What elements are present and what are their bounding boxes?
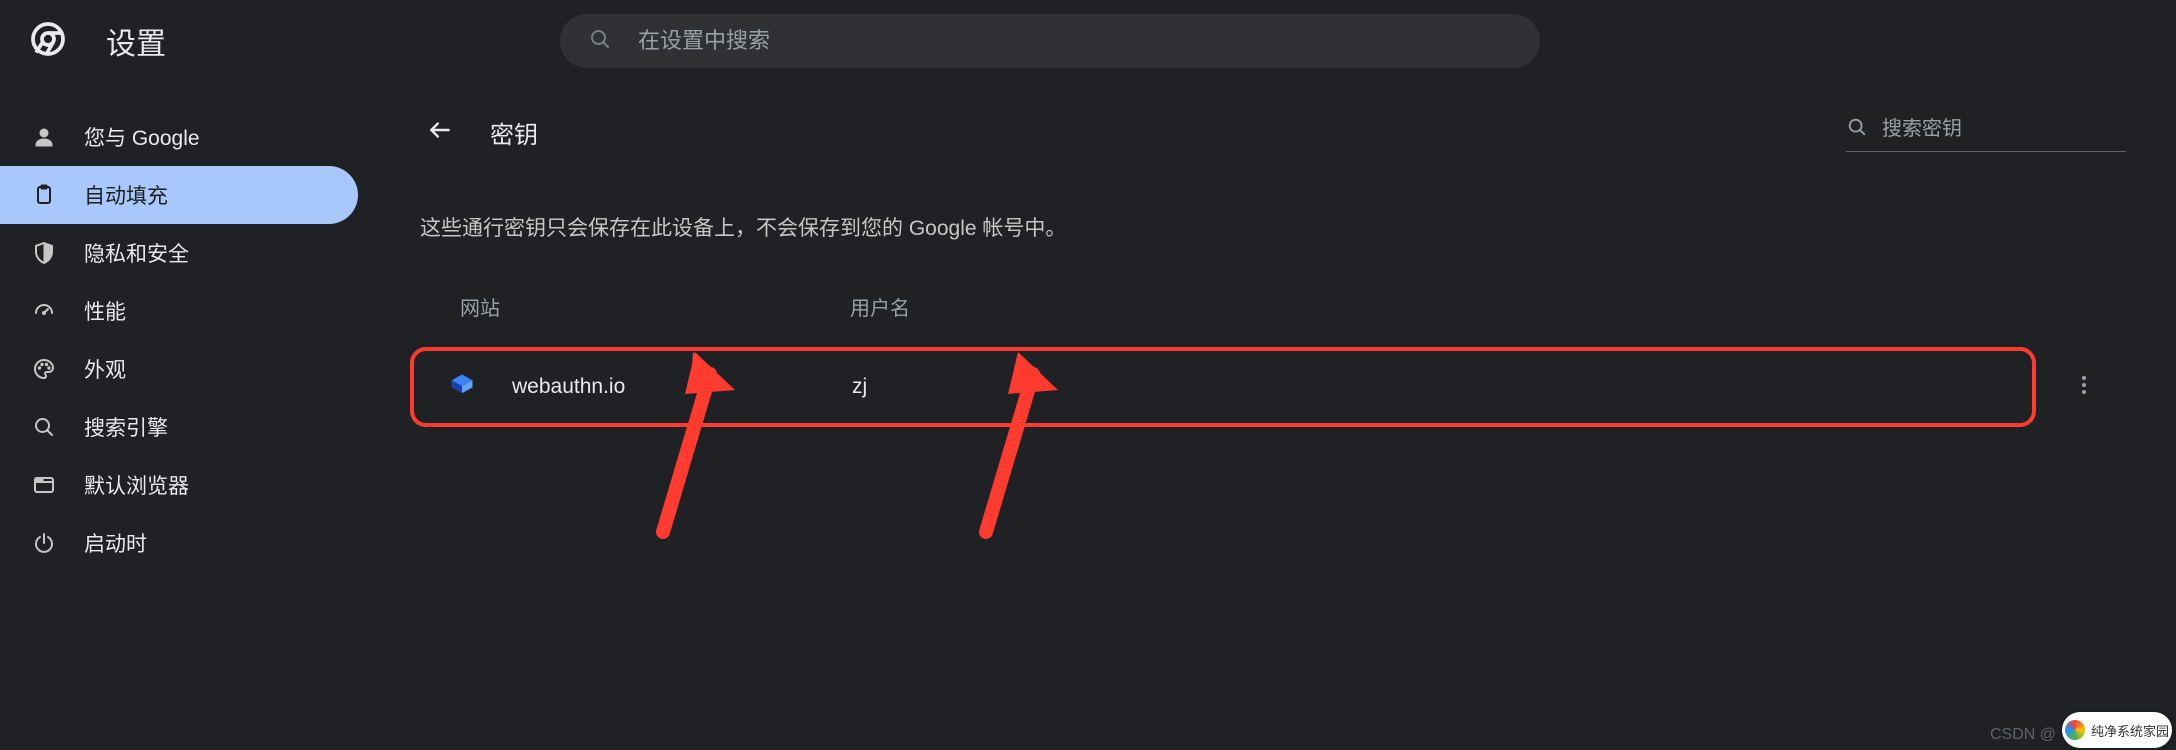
- badge-logo-icon: [2065, 720, 2085, 740]
- search-settings-bar[interactable]: [560, 14, 1540, 68]
- back-button[interactable]: [420, 112, 460, 152]
- search-icon: [32, 415, 84, 439]
- sidebar: 您与 Google 自动填充 隐私和安全 性能 外观 搜索引擎 默认浏览器 启: [0, 82, 370, 750]
- more-vert-icon: [2072, 373, 2096, 402]
- sidebar-item-label: 搜索引擎: [84, 412, 168, 442]
- app-title: 设置: [106, 19, 166, 63]
- search-keys-input[interactable]: [1882, 118, 2126, 141]
- sidebar-item-performance[interactable]: 性能: [0, 282, 358, 340]
- search-icon: [1846, 116, 1882, 143]
- row-more-button[interactable]: [2064, 367, 2104, 407]
- source-badge: 纯净系统家园: [2062, 712, 2172, 748]
- row-username-value: zj: [852, 375, 867, 399]
- chrome-logo-icon: [30, 21, 106, 62]
- sidebar-item-label: 隐私和安全: [84, 238, 189, 268]
- column-header-username: 用户名: [850, 292, 910, 321]
- table-header: 网站 用户名: [410, 292, 2126, 347]
- site-favicon-icon: [448, 371, 512, 404]
- sidebar-item-label: 性能: [84, 296, 126, 326]
- sidebar-item-label: 启动时: [84, 528, 147, 558]
- search-icon: [588, 27, 638, 56]
- person-icon: [32, 125, 84, 149]
- window-icon: [32, 473, 84, 497]
- search-keys-bar[interactable]: [1846, 112, 2126, 152]
- badge-text: 纯净系统家园: [2091, 721, 2169, 740]
- sidebar-item-search-engine[interactable]: 搜索引擎: [0, 398, 358, 456]
- power-icon: [32, 531, 84, 555]
- sidebar-item-appearance[interactable]: 外观: [0, 340, 358, 398]
- speedometer-icon: [32, 299, 84, 323]
- description-text: 这些通行密钥只会保存在此设备上，不会保存到您的 Google 帐号中。: [410, 212, 2126, 242]
- sidebar-item-default-browser[interactable]: 默认浏览器: [0, 456, 358, 514]
- sidebar-item-autofill[interactable]: 自动填充: [0, 166, 358, 224]
- sidebar-item-label: 默认浏览器: [84, 470, 189, 500]
- sidebar-item-label: 您与 Google: [84, 122, 200, 152]
- sidebar-item-you-and-google[interactable]: 您与 Google: [0, 108, 358, 166]
- palette-icon: [32, 357, 84, 381]
- sidebar-item-label: 自动填充: [84, 180, 168, 210]
- page-title: 密钥: [490, 115, 538, 150]
- arrow-left-icon: [427, 117, 453, 148]
- main-content: 密钥 这些通行密钥只会保存在此设备上，不会保存到您的 Google 帐号中。 网…: [370, 82, 2176, 750]
- row-site-value: webauthn.io: [512, 375, 852, 399]
- sidebar-item-on-startup[interactable]: 启动时: [0, 514, 358, 572]
- sidebar-item-label: 外观: [84, 354, 126, 384]
- watermark-text: CSDN @: [1990, 726, 2056, 744]
- sidebar-item-privacy[interactable]: 隐私和安全: [0, 224, 358, 282]
- search-settings-input[interactable]: [638, 28, 1512, 54]
- shield-icon: [32, 241, 84, 265]
- column-header-site: 网站: [460, 292, 850, 321]
- clipboard-icon: [32, 183, 84, 207]
- passkey-row[interactable]: webauthn.io zj: [410, 347, 2036, 427]
